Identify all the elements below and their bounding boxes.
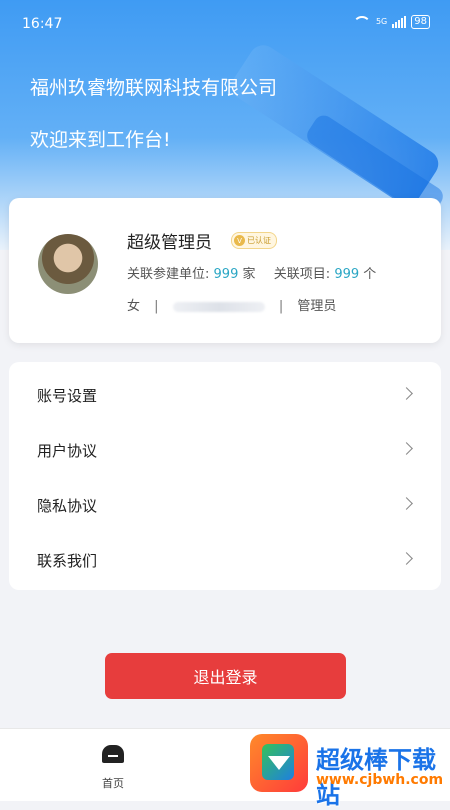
- role-value: 管理员: [297, 299, 337, 314]
- menu-item-privacy-policy[interactable]: 隐私协议: [9, 476, 441, 531]
- wifi-icon: [352, 16, 371, 28]
- menu-item-label: 用户协议: [37, 442, 98, 460]
- settings-menu: 账号设置 用户协议 隐私协议 联系我们: [9, 362, 441, 590]
- projects-count: 999: [334, 267, 360, 282]
- chevron-right-icon: [400, 442, 413, 455]
- verified-icon: V: [234, 235, 245, 246]
- association-stats: 关联参建单位: 999 家 关联项目: 999 个: [127, 263, 376, 282]
- chevron-right-icon: [400, 387, 413, 400]
- projects-suffix: 个: [363, 267, 377, 282]
- phone-redacted: [172, 301, 265, 312]
- watermark-logo: [250, 734, 308, 792]
- menu-item-label: 账号设置: [37, 387, 98, 405]
- separator: |: [278, 299, 284, 314]
- separator: |: [154, 299, 159, 314]
- arrow-down-icon: [268, 756, 290, 770]
- company-name: 福州玖睿物联网科技有限公司: [30, 77, 278, 99]
- units-label: 关联参建单位:: [127, 267, 210, 282]
- menu-item-account-settings[interactable]: 账号设置: [9, 366, 441, 421]
- user-info-row: 女 | | 管理员: [127, 295, 336, 314]
- profile-card: 超级管理员 V 已认证 关联参建单位: 999 家 关联项目: 999 个 女 …: [9, 198, 441, 343]
- chevron-right-icon: [400, 552, 413, 565]
- units-count: 999: [213, 267, 239, 282]
- home-icon: [102, 745, 124, 763]
- logout-button[interactable]: 退出登录: [105, 653, 346, 699]
- menu-item-user-agreement[interactable]: 用户协议: [9, 421, 441, 476]
- gender-value: 女: [127, 299, 141, 314]
- verified-badge: V 已认证: [231, 232, 277, 249]
- watermark-url: www.cjbwh.com: [316, 772, 444, 788]
- units-suffix: 家: [242, 267, 256, 282]
- status-icons: 5G 98: [352, 15, 430, 29]
- welcome-text: 欢迎来到工作台!: [30, 129, 171, 151]
- status-time: 16:47: [22, 16, 63, 32]
- menu-item-label: 联系我们: [37, 552, 98, 570]
- chevron-right-icon: [400, 497, 413, 510]
- network-type: 5G: [375, 17, 388, 26]
- verified-label: 已认证: [247, 236, 271, 245]
- status-bar: 16:47 5G 98: [0, 0, 450, 48]
- battery-icon: 98: [411, 15, 430, 29]
- menu-item-label: 隐私协议: [37, 497, 98, 515]
- user-name: 超级管理员: [127, 233, 212, 253]
- signal-icon: [392, 16, 407, 28]
- tab-home[interactable]: 首页: [85, 741, 141, 791]
- avatar[interactable]: [38, 234, 98, 294]
- projects-label: 关联项目:: [273, 267, 331, 282]
- menu-item-contact-us[interactable]: 联系我们: [9, 531, 441, 586]
- tab-home-label: 首页: [102, 777, 124, 790]
